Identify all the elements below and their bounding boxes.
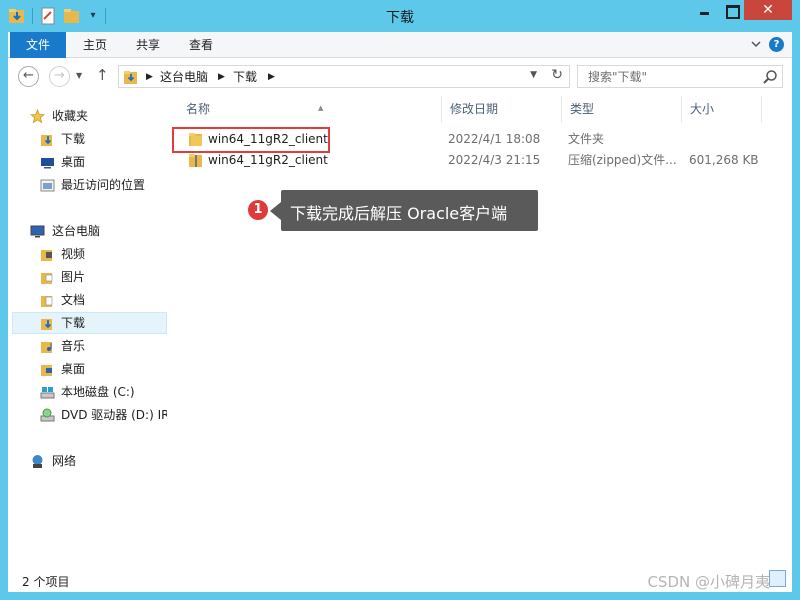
sidebar-item-desktop[interactable]: 桌面 [12,151,167,173]
highlight-box [172,127,330,153]
desktop-icon [41,158,54,169]
column-header-modified[interactable]: 修改日期 [442,96,562,122]
documents-folder-icon [41,296,53,307]
download-folder-icon [41,135,52,146]
sidebar-item-label: 这台电脑 [52,224,101,238]
up-button[interactable]: ↑ [96,66,109,84]
address-dropdown[interactable]: ▼ [530,70,537,80]
sidebar-item-desktop-pc[interactable]: 桌面 [12,358,167,380]
desktop-icon [41,365,52,376]
column-name-label: 名称 [186,102,211,116]
sidebar-item-label: 最近访问的位置 [61,178,146,192]
navigation-bar: ← → ▼ ↑ ▶ 这台电脑 ▶ 下载 ▶ ▼ ↻ 搜索"下载" [8,58,792,96]
step-number-badge: 1 [246,198,270,222]
window-title: 下载 [386,10,414,26]
search-input[interactable]: 搜索"下载" [588,69,647,85]
status-bar: 2 个项目 CSDN @小碑月夷 [8,566,792,592]
breadcrumb-arrow-icon[interactable]: ▶ [146,69,153,85]
sidebar-item-recent-places[interactable]: 最近访问的位置 [12,174,167,196]
file-modified: 2022/4/1 18:08 [448,132,541,146]
sidebar-item-favorites[interactable]: 收藏夹 [12,105,167,127]
sidebar-item-dvd-drive[interactable]: DVD 驱动器 (D:) IR [12,404,167,426]
navigation-pane: 收藏夹 下载 桌面 最近访问的位置 这台电脑 视频 图片 文档 下载 音乐 桌面… [8,96,168,566]
sidebar-item-downloads-pc[interactable]: 下载 [12,312,167,334]
maximize-button[interactable] [717,0,744,20]
sidebar-item-label: DVD 驱动器 (D:) IR [61,408,167,422]
details-view-icon[interactable] [769,570,786,587]
window-controls: ✕ [690,0,792,20]
refresh-icon[interactable]: ↻ [551,67,563,83]
sidebar-item-label: 桌面 [61,362,86,376]
sidebar-item-label: 桌面 [61,155,86,169]
sidebar-item-network[interactable]: 网络 [12,450,167,472]
download-folder-icon [41,319,52,330]
sidebar-item-label: 下载 [61,132,86,146]
forward-button[interactable]: → [49,66,70,87]
column-header-name[interactable]: 名称 ▲ [178,96,442,122]
sidebar-item-label: 音乐 [61,339,86,353]
folder-download-icon [124,71,137,84]
music-folder-icon [41,342,52,353]
annotation-text: 下载完成后解压 Oracle客户端 [290,204,508,223]
search-box[interactable]: 搜索"下载" [577,65,783,88]
breadcrumb-downloads[interactable]: 下载 [233,69,257,85]
callout-pointer [270,202,281,220]
file-modified: 2022/4/3 21:15 [448,153,541,167]
breadcrumb-arrow-icon[interactable]: ▶ [218,69,225,85]
recent-places-icon [40,179,55,192]
tab-home[interactable]: 主页 [70,32,120,58]
pictures-folder-icon [41,273,53,284]
sidebar-item-label: 视频 [61,247,86,261]
chevron-down-icon[interactable] [750,38,762,50]
column-header-size[interactable]: 大小 [682,96,762,122]
file-type: 压缩(zipped)文件... [568,153,677,167]
network-icon [32,455,43,468]
dvd-drive-icon [40,408,55,422]
help-icon[interactable]: ? [769,37,784,52]
file-list: 名称 ▲ 修改日期 类型 大小 win64_11gR2_client 2022/… [168,96,792,566]
title-bar: ▾ 下载 ✕ [0,0,800,32]
explorer-window: ▾ 下载 ✕ 文件 主页 共享 查看 ? ← → ▼ ↑ ▶ 这台电脑 ▶ 下载… [0,0,800,600]
column-header-type[interactable]: 类型 [562,96,682,122]
star-icon [30,109,45,124]
sidebar-item-music[interactable]: 音乐 [12,335,167,357]
ribbon-tabs: 文件 主页 共享 查看 ? [8,32,792,58]
file-type: 文件夹 [568,132,605,146]
recent-locations-dropdown[interactable]: ▼ [76,71,82,80]
video-folder-icon [41,250,52,261]
sidebar-item-documents[interactable]: 文档 [12,289,167,311]
minimize-button[interactable] [690,0,717,20]
view-switcher [769,570,786,587]
sidebar-item-local-disk-c[interactable]: 本地磁盘 (C:) [12,381,167,403]
address-bar[interactable]: ▶ 这台电脑 ▶ 下载 ▶ ▼ ↻ [118,65,570,88]
zip-folder-icon [189,154,202,167]
breadcrumb-this-pc[interactable]: 这台电脑 [160,69,208,85]
drive-icon [40,387,55,399]
sidebar-item-label: 收藏夹 [52,109,89,123]
close-button[interactable]: ✕ [744,0,792,20]
sidebar-item-downloads[interactable]: 下载 [12,128,167,150]
search-icon[interactable] [762,69,778,85]
file-size: 601,268 KB [689,153,759,167]
watermark: CSDN @小碑月夷 [647,573,770,591]
sort-ascending-icon: ▲ [318,104,324,112]
annotation-callout: 下载完成后解压 Oracle客户端 [281,190,538,231]
sidebar-item-label: 本地磁盘 (C:) [61,385,135,399]
sidebar-item-pictures[interactable]: 图片 [12,266,167,288]
computer-icon [30,225,45,238]
sidebar-item-this-pc[interactable]: 这台电脑 [12,220,167,242]
sidebar-item-label: 文档 [61,293,86,307]
item-count: 2 个项目 [22,575,70,589]
sidebar-item-label: 图片 [61,270,86,284]
sidebar-item-videos[interactable]: 视频 [12,243,167,265]
tab-view[interactable]: 查看 [176,32,226,58]
sidebar-item-label: 下载 [61,316,86,330]
back-button[interactable]: ← [18,66,39,87]
breadcrumb-arrow-icon[interactable]: ▶ [268,69,275,85]
sidebar-item-label: 网络 [52,454,77,468]
tab-file[interactable]: 文件 [10,32,66,58]
tab-share[interactable]: 共享 [123,32,173,58]
